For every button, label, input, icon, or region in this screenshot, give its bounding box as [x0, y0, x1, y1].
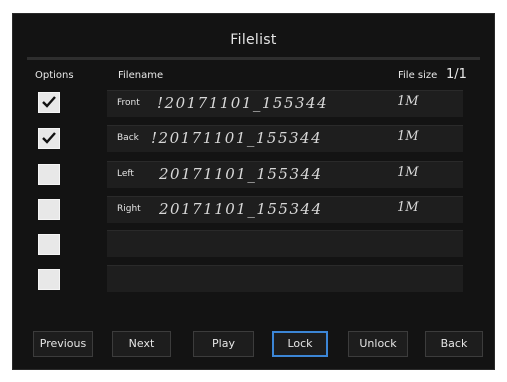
- page-indicator: 1/1: [446, 67, 467, 82]
- camera-position: Back: [117, 133, 139, 143]
- title-divider: [27, 57, 480, 60]
- file-name: 20171101_155344: [159, 200, 323, 218]
- unlock-button[interactable]: Unlock: [348, 331, 408, 357]
- file-size: 1M: [397, 94, 419, 109]
- filename-header: Filename: [118, 70, 164, 81]
- filelist-window: Filelist Options Filename File size 1/1 …: [12, 13, 495, 370]
- file-size: 1M: [397, 200, 419, 215]
- file-row[interactable]: Front !20171101_155344 1M: [107, 90, 463, 117]
- file-name: 20171101_155344: [159, 165, 323, 183]
- row-checkbox[interactable]: [38, 128, 60, 149]
- camera-position: Left: [117, 169, 134, 179]
- lock-button[interactable]: Lock: [272, 331, 328, 357]
- checkmark-icon: [42, 132, 56, 144]
- row-checkbox[interactable]: [38, 92, 60, 113]
- file-name: !20171101_155344: [157, 94, 329, 112]
- file-size: 1M: [397, 165, 419, 180]
- file-row[interactable]: Left 20171101_155344 1M: [107, 161, 463, 188]
- previous-button[interactable]: Previous: [33, 331, 93, 357]
- camera-position: Right: [117, 204, 141, 214]
- row-checkbox[interactable]: [38, 234, 60, 255]
- row-checkbox[interactable]: [38, 269, 60, 290]
- window-title: Filelist: [230, 32, 277, 48]
- filesize-header: File size: [398, 70, 438, 81]
- file-name: !20171101_155344: [151, 129, 323, 147]
- next-button[interactable]: Next: [112, 331, 171, 357]
- play-button[interactable]: Play: [193, 331, 254, 357]
- file-row[interactable]: Back !20171101_155344 1M: [107, 125, 463, 152]
- row-checkbox[interactable]: [38, 164, 60, 185]
- checkmark-icon: [42, 96, 56, 108]
- file-row[interactable]: [107, 230, 463, 257]
- row-checkbox[interactable]: [38, 199, 60, 220]
- file-size: 1M: [397, 129, 419, 144]
- options-header: Options: [35, 70, 74, 81]
- file-row[interactable]: [107, 265, 463, 292]
- back-button[interactable]: Back: [425, 331, 483, 357]
- camera-position: Front: [117, 98, 140, 108]
- file-row[interactable]: Right 20171101_155344 1M: [107, 196, 463, 223]
